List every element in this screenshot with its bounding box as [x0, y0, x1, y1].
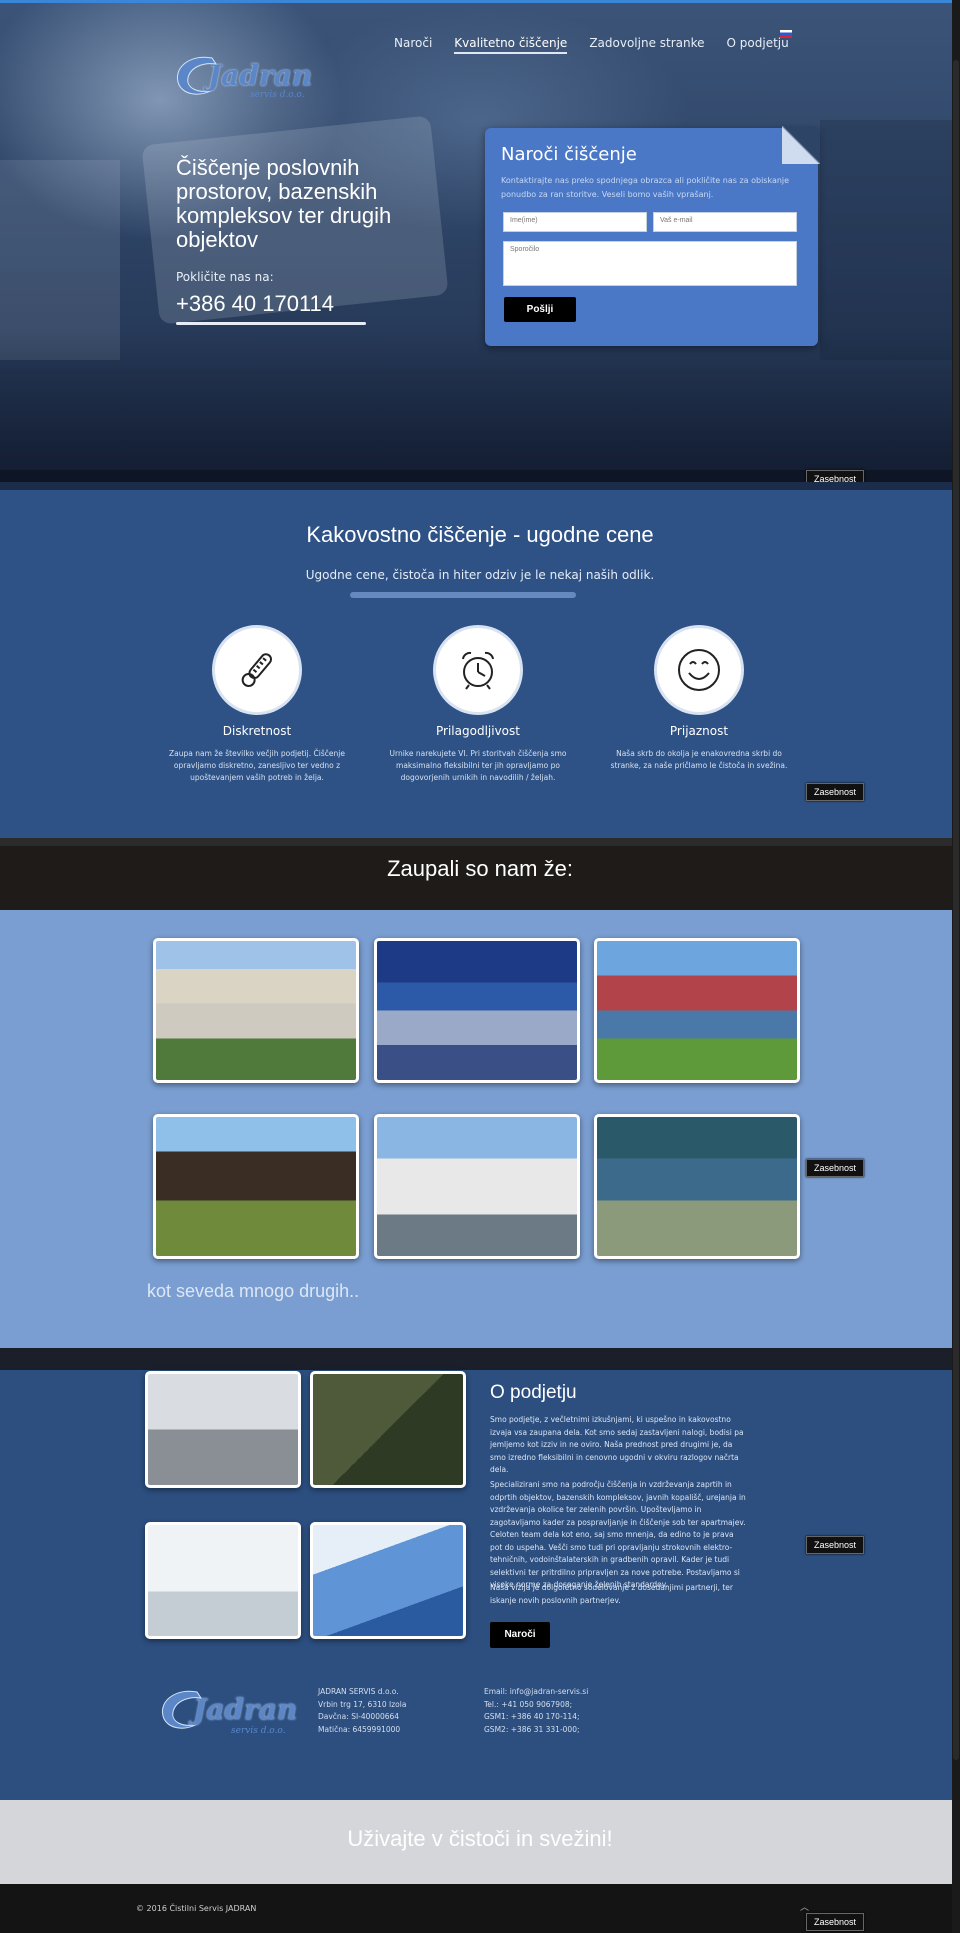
scroll-top-icon[interactable]: ︿	[800, 1900, 809, 1913]
feature-text: Urnike narekujete VI. Pri storitvah čišč…	[389, 749, 567, 782]
feature-title: Prilagodljivost	[436, 724, 520, 738]
contact-gsm2: GSM2: +386 31 331-000;	[484, 1724, 580, 1734]
order-form-title: Naroči čiščenje	[501, 144, 637, 165]
nav-item-kvalitetno-ciscenje[interactable]: Kvalitetno čiščenje	[454, 34, 568, 54]
alarm-clock-icon	[462, 651, 494, 690]
thermometer-icon	[241, 653, 272, 687]
feature-flexibility: Prilagodljivost Urnike narekujete VI. Pr…	[378, 628, 578, 784]
contact-gsm1: GSM1: +386 40 170-114;	[484, 1712, 580, 1721]
feature-friendliness: Prijaznost Naša skrb do okolja je enakov…	[599, 628, 799, 772]
about-section	[0, 1348, 960, 1800]
about-paragraph: Specializirani smo na področju čiščenja …	[490, 1480, 746, 1589]
logo-subtext: servis d.o.o.	[250, 90, 305, 100]
footer-logo[interactable]: Jadran servis d.o.o.	[157, 1684, 307, 1736]
email-input[interactable]: Vaš e-mail	[653, 212, 797, 232]
main-nav: Naroči Kvalitetno čiščenje Zadovoljne st…	[394, 34, 811, 54]
background-floor	[0, 330, 960, 480]
clients-header: Zaupali so nam že:	[0, 838, 960, 910]
order-form-description: Kontaktirajte nas preko spodnjega obrazc…	[501, 176, 790, 199]
photo-pressure-washer	[310, 1371, 466, 1488]
feature-icon-circle	[657, 628, 741, 712]
feature-discretion: Diskretnost Zaupa nam že številko večjih…	[157, 628, 357, 784]
section-divider	[0, 838, 960, 846]
photo-window-cleaning	[310, 1522, 466, 1639]
company-reg: Matična: 6459991000	[318, 1724, 401, 1734]
ru-flag-icon[interactable]	[780, 30, 792, 38]
hero-title: Čiščenje poslovnih prostorov, bazenskih …	[176, 155, 392, 252]
page-scrollbar[interactable]	[952, 0, 960, 1933]
client-photo-hotel[interactable]	[153, 938, 359, 1083]
feature-icon-circle	[215, 628, 299, 712]
contact-phone: Tel.: +41 050 9067908;	[484, 1699, 573, 1709]
section-divider	[0, 482, 960, 490]
order-button[interactable]: Naroči	[490, 1622, 550, 1648]
photo-floor-cleaning	[145, 1371, 301, 1488]
feature-icon-circle	[436, 628, 520, 712]
copyright: © 2016 Čistilni Servis JADRAN	[136, 1904, 257, 1913]
company-info: JADRAN SERVIS d.o.o. Vrbin trg 17, 6310 …	[318, 1686, 406, 1736]
smiley-icon	[678, 649, 720, 691]
slogan-text: Uživajte v čistoči in svežini!	[347, 1826, 613, 1851]
photo-vacuum-cleaning	[145, 1522, 301, 1639]
nav-item-naroci[interactable]: Naroči	[394, 34, 432, 54]
scrollbar-thumb[interactable]	[953, 60, 959, 1760]
more-clients-text: kot seveda mnogo drugih..	[147, 1281, 360, 1301]
features-subtitle: Ugodne cene, čistoča in hiter odziv je l…	[305, 568, 655, 582]
privacy-button[interactable]: Zasebnost	[806, 783, 864, 801]
feature-title: Prijaznost	[669, 724, 729, 738]
background-window	[820, 120, 960, 360]
feature-title: Diskretnost	[222, 724, 292, 738]
about-paragraph: Smo podjetje, z večletnimi izkušnjami, k…	[490, 1415, 744, 1474]
name-input[interactable]: Ime(ime)	[503, 212, 647, 232]
company-name: JADRAN SERVIS d.o.o.	[318, 1687, 399, 1696]
contact-info: Email: info@jadran-servis.si Tel.: +41 0…	[484, 1686, 588, 1736]
phone-underline	[176, 322, 366, 325]
call-label: Pokličite nas na:	[176, 270, 274, 284]
features-title: Kakovostno čiščenje - ugodne cene	[306, 522, 654, 547]
company-address: Vrbin trg 17, 6310 Izola	[318, 1699, 407, 1709]
top-accent-line	[0, 0, 960, 3]
logo-text: Jadran	[193, 1693, 298, 1726]
about-paragraph: Naša vizija je dolgoletno sodelovanje z …	[490, 1583, 733, 1605]
privacy-button[interactable]: Zasebnost	[806, 1913, 864, 1931]
message-textarea[interactable]: Sporočilo	[503, 241, 797, 286]
brush-underline	[350, 592, 576, 598]
client-photo-building[interactable]	[374, 1114, 580, 1259]
company-tax: Davčna: SI-40000664	[318, 1712, 400, 1721]
feature-text: Zaupa nam že številko večjih podjetij. Č…	[169, 749, 345, 782]
page-fold-decoration	[782, 126, 820, 164]
about-title: O podjetju	[490, 1382, 577, 1403]
section-divider	[0, 1348, 960, 1370]
client-photo-waterfront[interactable]	[594, 938, 800, 1083]
feature-text: Naša skrb do okolja je enakovredna skrbi…	[610, 749, 788, 770]
client-photo-marina[interactable]	[594, 1114, 800, 1259]
site-logo[interactable]: Jadran servis d.o.o.	[172, 50, 332, 102]
logo-text: Jadran	[208, 59, 313, 92]
nav-item-zadovoljne-stranke[interactable]: Zadovoljne stranke	[589, 34, 704, 54]
clients-title: Zaupali so nam že:	[387, 856, 573, 881]
client-photo-luka-koper[interactable]	[374, 938, 580, 1083]
logo-subtext: servis d.o.o.	[231, 1726, 286, 1736]
privacy-button[interactable]: Zasebnost	[806, 1536, 864, 1554]
client-photo-chalet[interactable]	[153, 1114, 359, 1259]
send-button[interactable]: Pošlji	[504, 297, 576, 322]
order-form-card: Naroči čiščenje Kontaktirajte nas preko …	[485, 126, 820, 346]
phone-number[interactable]: +386 40 170114	[176, 291, 334, 317]
contact-email[interactable]: Email: info@jadran-servis.si	[484, 1686, 588, 1699]
privacy-button[interactable]: Zasebnost	[806, 1159, 864, 1177]
